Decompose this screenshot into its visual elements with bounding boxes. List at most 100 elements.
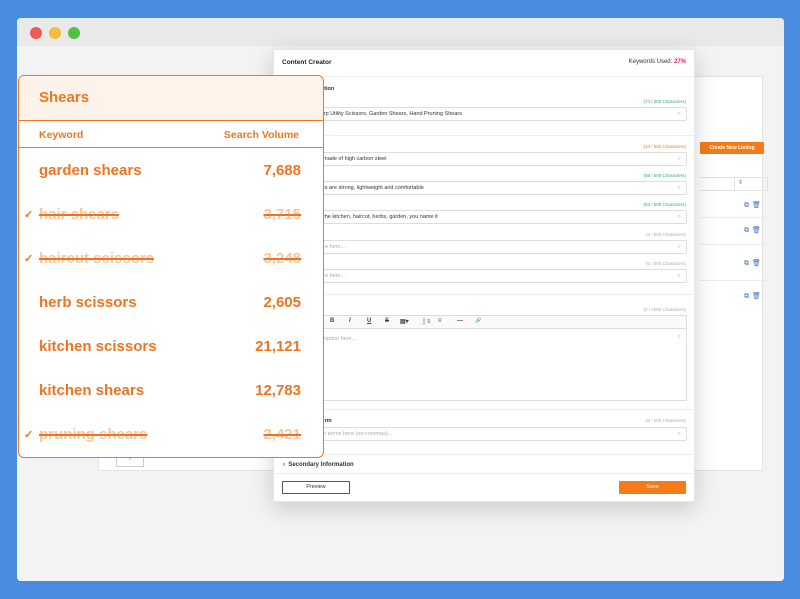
bullet-5-char-count: (0 / 500 Characters) — [645, 261, 686, 266]
keyword-card-header: Shears — [19, 76, 323, 121]
bullet-3-char-count: (63 / 500 Characters) — [643, 202, 686, 207]
keyword-row: ✓ haircut scissors 3,248 — [19, 244, 323, 274]
keyword-volume: 7,688 — [263, 162, 301, 179]
keyword-volume: 3,248 — [263, 250, 301, 267]
keyword-row: ✓ hair shears 3,715 — [19, 200, 323, 230]
underline-button[interactable]: U — [367, 318, 371, 324]
bullet-1-char-count: (43 / 500 Characters) — [643, 144, 686, 149]
keywords-used-percent: 27% — [673, 59, 686, 65]
content-creator-modal: Content Creator Keywords Used: 27% Prima… — [273, 49, 695, 502]
bullet-1-field[interactable]: ...e made of high carbon steel ⌕ — [284, 152, 687, 166]
save-button[interactable]: Save — [619, 481, 686, 494]
paperclip-icon: ⌕ — [677, 214, 681, 220]
paperclip-icon: ⌕ — [677, 431, 681, 437]
sort-icon[interactable]: ⇕ — [738, 179, 743, 186]
keyword-table-header: Keyword Search Volume — [19, 121, 323, 148]
bullet-2-field[interactable]: ...des are strong, lightweight and comfo… — [284, 181, 687, 195]
bold-button[interactable]: B — [330, 318, 334, 324]
check-icon: ✓ — [24, 429, 34, 441]
listing-row-actions[interactable]: ⧉🗑 — [744, 259, 764, 268]
keyword-row: kitchen shears 12,783 — [19, 376, 323, 406]
maximize-window-button[interactable] — [68, 27, 80, 39]
keyword-row: herb scissors 2,605 — [19, 288, 323, 318]
title-field-value: Sharp Utility Scissors, Garden Shears, H… — [314, 111, 462, 117]
keyword-row: garden shears 7,688 — [19, 156, 323, 186]
modal-divider — [274, 76, 694, 77]
keyword-name: haircut scissors — [39, 250, 155, 267]
bullet-1-value: ...e made of high carbon steel — [314, 156, 387, 162]
modal-title: Content Creator — [282, 59, 332, 66]
keyword-name: pruning shears — [39, 426, 148, 443]
paperclip-icon: ⌕ — [677, 156, 681, 162]
chevron-right-icon: › — [283, 462, 285, 468]
strikethrough-button[interactable]: S — [385, 318, 389, 324]
bullet-2-value: ...des are strong, lightweight and comfo… — [314, 185, 424, 191]
keyword-name: herb scissors — [39, 294, 137, 311]
preview-button[interactable]: Preview — [282, 481, 350, 494]
title-char-count: (74 / 200 Characters) — [643, 99, 686, 104]
keyword-volume: 12,783 — [255, 382, 301, 399]
close-window-button[interactable] — [30, 27, 42, 39]
modal-divider — [274, 409, 694, 410]
modal-divider — [274, 454, 694, 455]
keyword-name: hair shears — [39, 206, 120, 223]
bullet-5-field[interactable]: ...ture here... ⌕ — [284, 269, 687, 283]
keyword-name: kitchen scissors — [39, 338, 157, 355]
keyword-volume: 21,121 — [255, 338, 301, 355]
keyword-name: kitchen shears — [39, 382, 145, 399]
secondary-info-toggle[interactable]: › Secondary Information — [283, 462, 354, 468]
keyword-name: garden shears — [39, 162, 142, 179]
window-titlebar — [17, 18, 784, 46]
keyword-row: kitchen scissors 21,121 — [19, 332, 323, 362]
description-editor[interactable]: ...scription here... ⌕ — [284, 329, 687, 401]
description-char-count: (0 / 2000 Characters) — [643, 307, 686, 312]
keyword-volume: 2,605 — [263, 294, 301, 311]
minimize-window-button[interactable] — [49, 27, 61, 39]
paperclip-icon: ⌕ — [677, 185, 681, 191]
bullet-4-field[interactable]: ...ture here... ⌕ — [284, 240, 687, 254]
keywords-used-label: Keywords Used: — [628, 59, 673, 65]
check-icon: ✓ — [24, 209, 34, 221]
bullet-3-value: ...n the kitchen, haircut, herbs, garden… — [314, 214, 438, 220]
ordered-list-button[interactable]: ⋮≡ — [421, 318, 431, 325]
paperclip-icon: ⌕ — [677, 111, 681, 117]
modal-divider — [274, 135, 694, 136]
listings-table-header: ⇕ — [700, 177, 768, 191]
link-button[interactable]: 🔗 — [475, 318, 481, 324]
horizontal-rule-button[interactable]: — — [457, 318, 463, 324]
bullet-2-char-count: (58 / 500 Characters) — [643, 173, 686, 178]
listing-row-actions[interactable]: ⧉🗑 — [744, 226, 764, 235]
keyword-volume: 3,715 — [263, 206, 301, 223]
keyword-volume: 2,421 — [263, 426, 301, 443]
modal-divider — [274, 473, 694, 474]
search-term-char-count: (0 / 250 Characters) — [645, 418, 686, 423]
search-term-placeholder: ...rch terms here (no commas)... — [314, 431, 393, 437]
paperclip-icon: ⌕ — [677, 273, 681, 279]
bullet-4-char-count: (0 / 500 Characters) — [645, 232, 686, 237]
title-field[interactable]: Sharp Utility Scissors, Garden Shears, H… — [284, 107, 687, 121]
keyword-row: ✓ pruning shears 2,421 — [19, 420, 323, 450]
keyword-card: Shears Keyword Search Volume garden shea… — [18, 75, 324, 458]
description-editor-toolbar: B I U S ▤▾ ⋮≡ ≡ — 🔗 — [284, 315, 687, 329]
paperclip-icon: ⌕ — [677, 244, 681, 250]
format-dropdown-button[interactable]: ▤▾ — [400, 318, 409, 325]
row-divider — [700, 280, 768, 281]
row-divider — [700, 217, 768, 218]
column-divider — [734, 178, 735, 190]
check-icon: ✓ — [24, 253, 34, 265]
volume-column-header: Search Volume — [223, 129, 299, 141]
bullet-list-button[interactable]: ≡ — [438, 318, 442, 324]
keyword-card-title: Shears — [39, 89, 90, 106]
row-divider — [700, 244, 768, 245]
italic-button[interactable]: I — [349, 318, 351, 324]
secondary-info-label: Secondary Information — [288, 462, 354, 468]
listing-row-actions[interactable]: ⧉🗑 — [744, 292, 764, 301]
create-new-listing-button[interactable]: Create New Listing — [700, 142, 764, 154]
bullet-3-field[interactable]: ...n the kitchen, haircut, herbs, garden… — [284, 210, 687, 224]
search-term-field[interactable]: ...rch terms here (no commas)... ⌕ — [284, 427, 687, 441]
modal-divider — [274, 294, 694, 295]
keyword-column-header: Keyword — [39, 129, 84, 141]
keywords-used-indicator: Keywords Used: 27% — [629, 59, 686, 65]
paperclip-icon: ⌕ — [677, 334, 681, 340]
listing-row-actions[interactable]: ⧉🗑 — [744, 201, 764, 210]
